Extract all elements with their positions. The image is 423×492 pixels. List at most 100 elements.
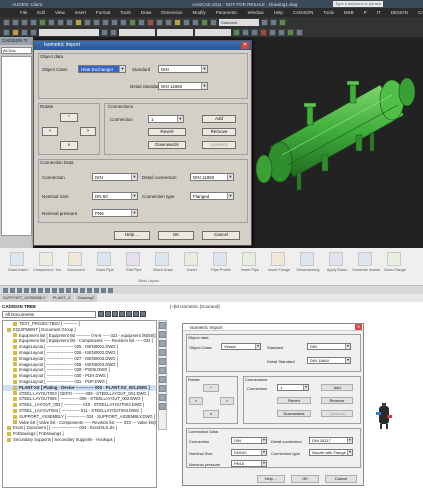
rotate-left-button[interactable]: < (42, 127, 58, 136)
menu-item[interactable]: IT (377, 10, 381, 15)
properties-icon[interactable] (129, 18, 136, 26)
lock-icon[interactable] (30, 28, 37, 36)
cancel-button[interactable]: Cancel (202, 231, 240, 240)
layer-icon[interactable] (66, 287, 71, 293)
nominal-size-select[interactable]: DN100 ▼ (231, 449, 267, 456)
menu-item[interactable]: Format (96, 10, 110, 15)
upwards-button[interactable]: Upwards (202, 141, 236, 149)
layer-prev-icon[interactable] (101, 28, 108, 36)
orbit-icon[interactable] (210, 18, 217, 26)
revert-button[interactable]: Revert (148, 128, 186, 136)
design-center-icon[interactable] (138, 18, 145, 26)
model-viewport[interactable] (252, 37, 423, 248)
document-tab[interactable]: Drawing2 (74, 294, 98, 302)
fly-icon[interactable] (278, 28, 285, 36)
menu-item[interactable]: CADISON-ACE (418, 10, 423, 15)
rotate-up-button[interactable]: ^ (60, 113, 78, 122)
tool-icon[interactable] (159, 385, 166, 392)
rotate-left-button[interactable]: < (189, 397, 203, 405)
redo-icon[interactable] (31, 287, 36, 293)
revert-button[interactable]: Revert (277, 397, 311, 404)
search-icon[interactable] (126, 311, 132, 317)
help-button[interactable]: Help ... (114, 231, 150, 240)
vessel-model[interactable] (376, 403, 392, 429)
close-icon[interactable]: ✕ (355, 324, 362, 330)
pan-icon[interactable] (45, 287, 50, 293)
menu-item[interactable]: Tools (120, 10, 131, 15)
ribbon-button[interactable] (387, 252, 401, 266)
collapse-icon[interactable] (119, 311, 125, 317)
rotate-up-button[interactable]: ^ (203, 384, 219, 392)
light-bulb-icon[interactable] (12, 28, 19, 36)
redo-icon[interactable] (93, 18, 100, 26)
plot-style-icon[interactable] (233, 28, 240, 36)
zoom-icon[interactable] (52, 287, 57, 293)
save-icon[interactable] (17, 287, 22, 293)
menu-item[interactable]: Tools (323, 10, 334, 15)
table-style-icon[interactable] (270, 18, 277, 26)
add-button[interactable]: Add (202, 115, 236, 123)
new-icon[interactable] (3, 18, 10, 26)
mleader-icon[interactable] (279, 18, 286, 26)
ok-button[interactable]: OK (291, 475, 319, 483)
rotate-down-button[interactable]: v (60, 141, 78, 150)
ribbon-button[interactable] (213, 252, 227, 266)
sun-icon[interactable] (21, 28, 28, 36)
standard-select[interactable]: DIN ▼ (307, 343, 351, 350)
menu-item[interactable]: Edit (37, 10, 45, 15)
zoom-icon[interactable] (111, 18, 118, 26)
tool-icon[interactable] (159, 367, 166, 374)
open-icon[interactable] (10, 287, 15, 293)
menu-item[interactable]: MSB (344, 10, 354, 15)
menu-item[interactable]: Dimension (161, 10, 182, 15)
remove-button[interactable]: Remove (321, 397, 353, 404)
document-tab[interactable]: PLANT_X (49, 294, 74, 302)
add-button[interactable]: Add (321, 384, 353, 391)
view-icon[interactable] (192, 18, 199, 26)
cadison-tree[interactable]: TEST_PROJECTBSV [ ---------- ] EQUIPMENT … (2, 320, 157, 488)
lineweight-combo[interactable] (195, 28, 231, 36)
expand-icon[interactable] (112, 311, 118, 317)
downwards-button[interactable]: Downwards (148, 141, 186, 149)
markup-icon[interactable] (165, 18, 172, 26)
tool-icon[interactable] (159, 376, 166, 383)
tree-row[interactable]: Secondary Supports [ Secondary Supports … (3, 437, 156, 443)
ribbon-button[interactable] (10, 252, 24, 266)
save-icon[interactable] (21, 18, 28, 26)
match-icon[interactable] (80, 287, 85, 293)
help-search-input[interactable]: Type a keyword or phrase (333, 1, 383, 7)
ribbon-button[interactable] (97, 252, 111, 266)
zoom-window-icon[interactable] (120, 18, 127, 26)
menu-item[interactable]: View (55, 10, 65, 15)
layer-combo[interactable] (39, 28, 99, 36)
nominal-pressure-select[interactable]: PN6 ▼ (92, 209, 138, 217)
rotate-down-button[interactable]: v (203, 410, 219, 418)
refresh-icon[interactable] (98, 311, 104, 317)
ucs-icon[interactable] (101, 287, 106, 293)
layer-state-icon[interactable] (110, 28, 117, 36)
detail-connection-select[interactable]: DIN 11850 ▼ (190, 173, 234, 181)
connection-field-select[interactable]: DIN ▼ (231, 437, 267, 444)
menu-item[interactable]: File (20, 10, 27, 15)
open-icon[interactable] (12, 18, 19, 26)
ucs-icon[interactable] (242, 28, 249, 36)
side-panel-combo[interactable]: All Doc (1, 47, 32, 54)
connection-type-select[interactable]: Flanged ▼ (190, 192, 234, 200)
object-class-select[interactable]: Heat Exchanger ▼ (78, 65, 126, 73)
menu-item[interactable]: CADISON (293, 10, 314, 15)
close-icon[interactable]: ✕ (241, 42, 249, 49)
undo-icon[interactable] (24, 287, 29, 293)
menu-item[interactable]: Draw (141, 10, 152, 15)
calc-icon[interactable] (174, 18, 181, 26)
color-combo[interactable] (119, 28, 155, 36)
settings-icon[interactable] (133, 311, 139, 317)
properties-icon[interactable] (73, 287, 78, 293)
ribbon-button[interactable] (271, 252, 285, 266)
section-icon[interactable] (287, 28, 294, 36)
layer-props-icon[interactable] (3, 28, 10, 36)
view-icon[interactable] (94, 287, 99, 293)
detail-standard-select[interactable]: DIN 11864 ▼ (307, 357, 351, 364)
measure-icon[interactable] (87, 287, 92, 293)
menu-item[interactable]: P (364, 10, 367, 15)
tool-palette-icon[interactable] (147, 18, 154, 26)
